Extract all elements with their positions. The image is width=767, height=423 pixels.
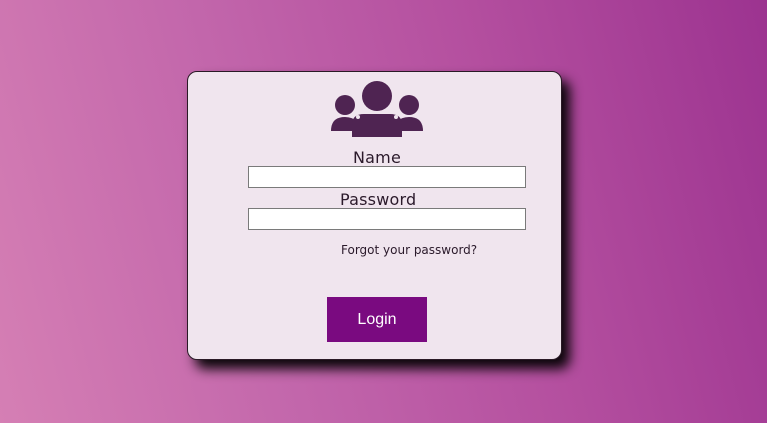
password-input[interactable] [248,208,526,230]
login-button[interactable]: Login [327,297,427,342]
password-label: Password [340,190,417,209]
name-label: Name [353,148,402,167]
forgot-password-link[interactable]: Forgot your password? [341,243,477,257]
login-card: Name Password Forgot your password? Logi… [187,71,562,360]
name-input[interactable] [248,166,526,188]
users-icon [331,81,423,137]
